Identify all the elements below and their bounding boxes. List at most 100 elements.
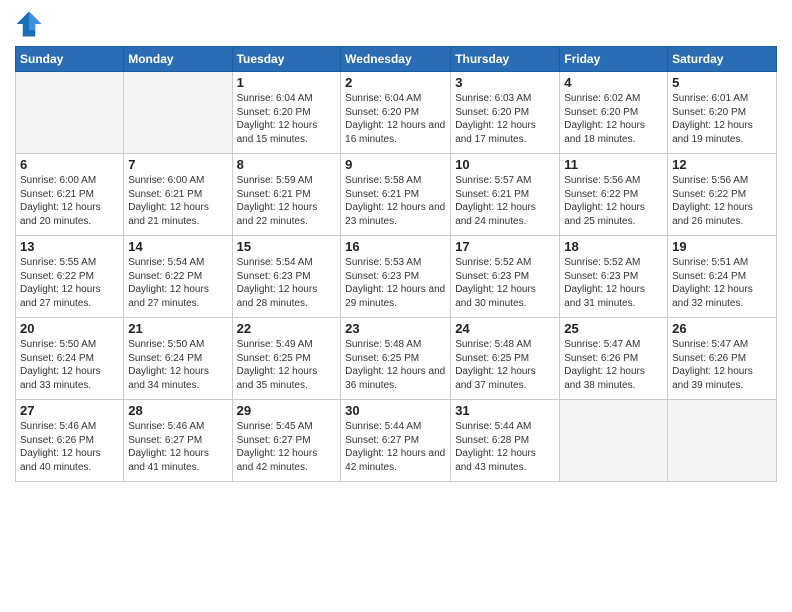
weekday-header-tuesday: Tuesday (232, 47, 341, 72)
calendar-cell: 21 Sunrise: 5:50 AM Sunset: 6:24 PM Dayli… (124, 318, 232, 400)
calendar-cell: 30 Sunrise: 5:44 AM Sunset: 6:27 PM Dayli… (341, 400, 451, 482)
day-number: 8 (237, 157, 337, 172)
calendar-cell: 24 Sunrise: 5:48 AM Sunset: 6:25 PM Dayli… (451, 318, 560, 400)
calendar-cell (560, 400, 668, 482)
day-number: 28 (128, 403, 227, 418)
calendar-cell: 8 Sunrise: 5:59 AM Sunset: 6:21 PM Daylig… (232, 154, 341, 236)
day-info: Sunrise: 5:54 AM Sunset: 6:23 PM Dayligh… (237, 256, 337, 310)
calendar-cell: 9Sunrise: 5:58 AM Sunset: 6:21 PM Daylig… (341, 154, 451, 236)
calendar-cell: 26 Sunrise: 5:47 AM Sunset: 6:26 PM Dayli… (668, 318, 777, 400)
day-number: 13 (20, 239, 119, 254)
day-number: 1 (237, 75, 337, 90)
day-info: Sunrise: 5:57 AM Sunset: 6:21 PM Dayligh… (455, 174, 555, 228)
calendar-cell (668, 400, 777, 482)
day-number: 5 (672, 75, 772, 90)
calendar-cell: 4 Sunrise: 6:02 AM Sunset: 6:20 PM Daylig… (560, 72, 668, 154)
calendar-cell: 10 Sunrise: 5:57 AM Sunset: 6:21 PM Dayli… (451, 154, 560, 236)
day-info: Sunrise: 5:52 AM Sunset: 6:23 PM Dayligh… (564, 256, 663, 310)
calendar-cell: 20 Sunrise: 5:50 AM Sunset: 6:24 PM Dayli… (16, 318, 124, 400)
calendar-cell: 3 Sunrise: 6:03 AM Sunset: 6:20 PM Daylig… (451, 72, 560, 154)
day-number: 24 (455, 321, 555, 336)
day-number: 4 (564, 75, 663, 90)
day-number: 29 (237, 403, 337, 418)
weekday-header-wednesday: Wednesday (341, 47, 451, 72)
calendar-cell: 15 Sunrise: 5:54 AM Sunset: 6:23 PM Dayli… (232, 236, 341, 318)
calendar-cell: 19 Sunrise: 5:51 AM Sunset: 6:24 PM Dayli… (668, 236, 777, 318)
day-info: Sunrise: 5:51 AM Sunset: 6:24 PM Dayligh… (672, 256, 772, 310)
day-info: Sunrise: 5:48 AM Sunset: 6:25 PM Dayligh… (455, 338, 555, 392)
day-number: 11 (564, 157, 663, 172)
calendar-cell: 13Sunrise: 5:55 AM Sunset: 6:22 PM Dayli… (16, 236, 124, 318)
calendar-cell: 1 Sunrise: 6:04 AM Sunset: 6:20 PM Daylig… (232, 72, 341, 154)
day-info: Sunrise: 6:00 AM Sunset: 6:21 PM Dayligh… (20, 174, 119, 228)
day-info: Sunrise: 6:00 AM Sunset: 6:21 PM Dayligh… (128, 174, 227, 228)
weekday-header-thursday: Thursday (451, 47, 560, 72)
weekday-header-sunday: Sunday (16, 47, 124, 72)
weekday-header-saturday: Saturday (668, 47, 777, 72)
day-info: Sunrise: 5:53 AM Sunset: 6:23 PM Dayligh… (345, 256, 446, 310)
day-number: 21 (128, 321, 227, 336)
calendar-week-2: 13Sunrise: 5:55 AM Sunset: 6:22 PM Dayli… (16, 236, 777, 318)
day-info: Sunrise: 6:03 AM Sunset: 6:20 PM Dayligh… (455, 92, 555, 146)
calendar-week-0: 1 Sunrise: 6:04 AM Sunset: 6:20 PM Daylig… (16, 72, 777, 154)
logo (15, 10, 47, 38)
weekday-header-friday: Friday (560, 47, 668, 72)
day-info: Sunrise: 5:45 AM Sunset: 6:27 PM Dayligh… (237, 420, 337, 474)
day-info: Sunrise: 5:50 AM Sunset: 6:24 PM Dayligh… (128, 338, 227, 392)
day-info: Sunrise: 5:47 AM Sunset: 6:26 PM Dayligh… (564, 338, 663, 392)
day-number: 19 (672, 239, 772, 254)
day-info: Sunrise: 5:56 AM Sunset: 6:22 PM Dayligh… (672, 174, 772, 228)
day-number: 20 (20, 321, 119, 336)
day-info: Sunrise: 5:44 AM Sunset: 6:28 PM Dayligh… (455, 420, 555, 474)
page-container: SundayMondayTuesdayWednesdayThursdayFrid… (0, 0, 792, 612)
day-info: Sunrise: 6:01 AM Sunset: 6:20 PM Dayligh… (672, 92, 772, 146)
calendar-cell: 25 Sunrise: 5:47 AM Sunset: 6:26 PM Dayli… (560, 318, 668, 400)
day-number: 3 (455, 75, 555, 90)
calendar-cell: 22 Sunrise: 5:49 AM Sunset: 6:25 PM Dayli… (232, 318, 341, 400)
calendar-week-3: 20 Sunrise: 5:50 AM Sunset: 6:24 PM Dayli… (16, 318, 777, 400)
day-number: 9 (345, 157, 446, 172)
calendar-cell: 16 Sunrise: 5:53 AM Sunset: 6:23 PM Dayli… (341, 236, 451, 318)
weekday-header-monday: Monday (124, 47, 232, 72)
day-number: 10 (455, 157, 555, 172)
day-info: Sunrise: 5:56 AM Sunset: 6:22 PM Dayligh… (564, 174, 663, 228)
day-number: 25 (564, 321, 663, 336)
calendar-cell: 18 Sunrise: 5:52 AM Sunset: 6:23 PM Dayli… (560, 236, 668, 318)
day-info: Sunrise: 5:44 AM Sunset: 6:27 PM Dayligh… (345, 420, 446, 474)
day-number: 16 (345, 239, 446, 254)
calendar-cell: 28Sunrise: 5:46 AM Sunset: 6:27 PM Dayli… (124, 400, 232, 482)
calendar-cell: 5 Sunrise: 6:01 AM Sunset: 6:20 PM Daylig… (668, 72, 777, 154)
day-number: 18 (564, 239, 663, 254)
day-number: 23 (345, 321, 446, 336)
day-info: Sunrise: 5:50 AM Sunset: 6:24 PM Dayligh… (20, 338, 119, 392)
day-number: 15 (237, 239, 337, 254)
calendar-cell: 27 Sunrise: 5:46 AM Sunset: 6:26 PM Dayli… (16, 400, 124, 482)
day-number: 27 (20, 403, 119, 418)
calendar-cell: 6Sunrise: 6:00 AM Sunset: 6:21 PM Daylig… (16, 154, 124, 236)
weekday-header-row: SundayMondayTuesdayWednesdayThursdayFrid… (16, 47, 777, 72)
day-number: 17 (455, 239, 555, 254)
day-info: Sunrise: 5:49 AM Sunset: 6:25 PM Dayligh… (237, 338, 337, 392)
day-info: Sunrise: 5:48 AM Sunset: 6:25 PM Dayligh… (345, 338, 446, 392)
day-number: 2 (345, 75, 446, 90)
calendar-week-1: 6Sunrise: 6:00 AM Sunset: 6:21 PM Daylig… (16, 154, 777, 236)
day-info: Sunrise: 6:04 AM Sunset: 6:20 PM Dayligh… (345, 92, 446, 146)
day-number: 30 (345, 403, 446, 418)
day-number: 7 (128, 157, 227, 172)
day-info: Sunrise: 5:46 AM Sunset: 6:26 PM Dayligh… (20, 420, 119, 474)
calendar-cell: 17Sunrise: 5:52 AM Sunset: 6:23 PM Dayli… (451, 236, 560, 318)
calendar-cell: 23 Sunrise: 5:48 AM Sunset: 6:25 PM Dayli… (341, 318, 451, 400)
day-info: Sunrise: 6:04 AM Sunset: 6:20 PM Dayligh… (237, 92, 337, 146)
day-number: 22 (237, 321, 337, 336)
day-info: Sunrise: 5:54 AM Sunset: 6:22 PM Dayligh… (128, 256, 227, 310)
calendar-cell: 2 Sunrise: 6:04 AM Sunset: 6:20 PM Daylig… (341, 72, 451, 154)
calendar-cell: 14Sunrise: 5:54 AM Sunset: 6:22 PM Dayli… (124, 236, 232, 318)
calendar-cell: 12Sunrise: 5:56 AM Sunset: 6:22 PM Dayli… (668, 154, 777, 236)
calendar-cell: 29 Sunrise: 5:45 AM Sunset: 6:27 PM Dayli… (232, 400, 341, 482)
calendar-cell: 31Sunrise: 5:44 AM Sunset: 6:28 PM Dayli… (451, 400, 560, 482)
day-number: 26 (672, 321, 772, 336)
day-info: Sunrise: 6:02 AM Sunset: 6:20 PM Dayligh… (564, 92, 663, 146)
day-info: Sunrise: 5:59 AM Sunset: 6:21 PM Dayligh… (237, 174, 337, 228)
day-info: Sunrise: 5:47 AM Sunset: 6:26 PM Dayligh… (672, 338, 772, 392)
calendar-table: SundayMondayTuesdayWednesdayThursdayFrid… (15, 46, 777, 482)
